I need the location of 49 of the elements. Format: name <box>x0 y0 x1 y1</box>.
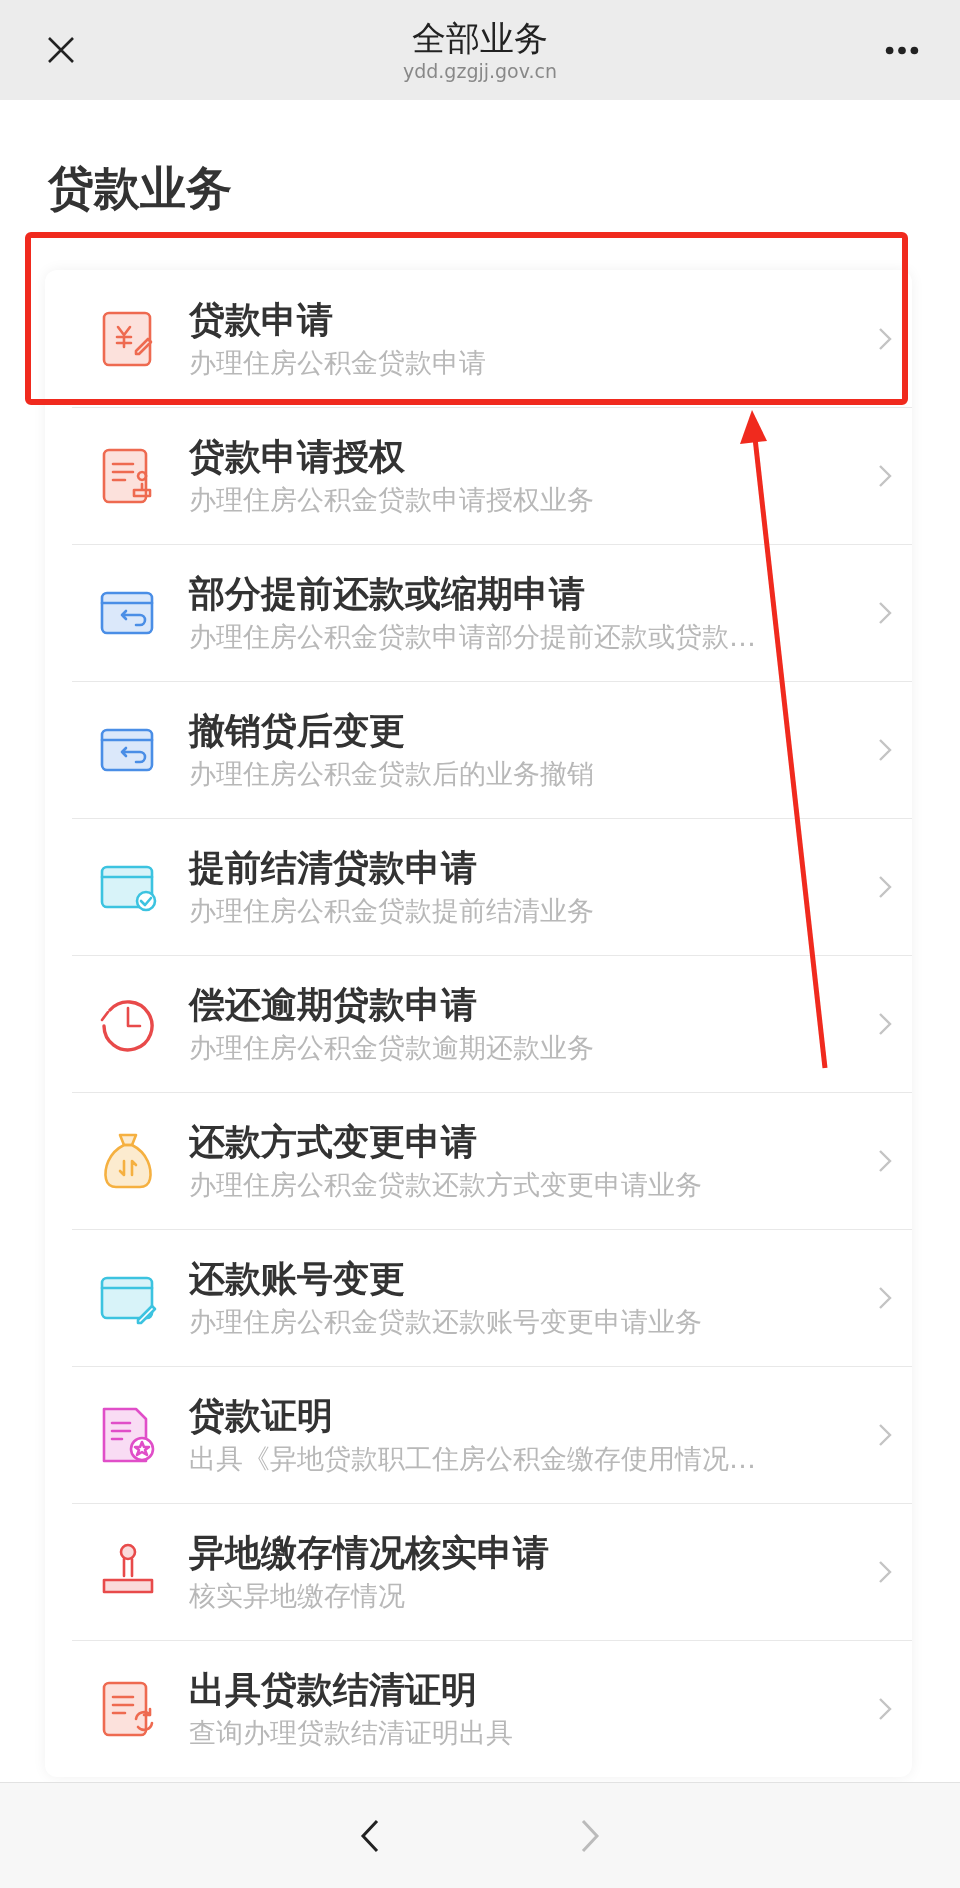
service-item[interactable]: 贷款申请 办理住房公积金贷款申请 <box>72 270 912 407</box>
item-description: 办理住房公积金贷款逾期还款业务 <box>189 1031 595 1065</box>
chevron-icon <box>878 1697 892 1721</box>
back-icon[interactable] <box>360 1817 380 1854</box>
chevron-icon <box>878 1286 892 1310</box>
service-item[interactable]: 还款账号变更 办理住房公积金贷款还款账号变更申请业务 <box>72 1229 912 1366</box>
item-description: 核实异地缴存情况 <box>189 1579 406 1613</box>
service-item[interactable]: 还款方式变更申请 办理住房公积金贷款还款方式变更申请业务 <box>72 1092 912 1229</box>
more-icon[interactable] <box>884 45 920 55</box>
item-description: 办理住房公积金贷款申请 <box>189 345 487 380</box>
service-item[interactable]: 偿还逾期贷款申请 办理住房公积金贷款逾期还款业务 <box>72 955 912 1092</box>
item-title: 贷款证明 <box>189 1394 334 1438</box>
item-description: 办理住房公积金贷款申请部分提前还款或贷款… <box>189 620 757 654</box>
chevron-icon <box>878 464 892 488</box>
item-title: 还款账号变更 <box>189 1257 406 1301</box>
item-description: 办理住房公积金贷款还款账号变更申请业务 <box>189 1305 703 1339</box>
service-item[interactable]: 撤销贷后变更 办理住房公积金贷款后的业务撤销 <box>72 681 912 818</box>
item-title: 偿还逾期贷款申请 <box>189 983 478 1027</box>
service-item[interactable]: 出具贷款结清证明 查询办理贷款结清证明出具 <box>72 1640 912 1777</box>
item-title: 贷款申请授权 <box>189 435 406 479</box>
item-title: 异地缴存情况核实申请 <box>189 1531 550 1575</box>
chevron-icon <box>878 875 892 899</box>
service-item[interactable]: 贷款证明 出具《异地贷款职工住房公积金缴存使用情况… <box>72 1366 912 1503</box>
item-title: 还款方式变更申请 <box>189 1120 478 1164</box>
page-url: ydd.gzgjj.gov.cn <box>402 59 558 83</box>
chevron-icon <box>878 1560 892 1584</box>
item-description: 办理住房公积金贷款申请授权业务 <box>189 483 595 517</box>
close-icon[interactable] <box>46 35 76 65</box>
item-title: 部分提前还款或缩期申请 <box>189 572 586 616</box>
item-title: 提前结清贷款申请 <box>189 846 478 890</box>
section-title: 贷款业务 <box>48 160 233 217</box>
chevron-icon <box>878 1423 892 1447</box>
chevron-icon <box>878 1012 892 1036</box>
chevron-icon <box>878 326 892 351</box>
service-item[interactable]: 部分提前还款或缩期申请 办理住房公积金贷款申请部分提前还款或贷款… <box>72 544 912 681</box>
item-title: 撤销贷后变更 <box>189 709 406 753</box>
service-item[interactable]: 异地缴存情况核实申请 核实异地缴存情况 <box>72 1503 912 1640</box>
chevron-icon <box>878 601 892 625</box>
chevron-icon <box>878 1149 892 1173</box>
item-description: 办理住房公积金贷款还款方式变更申请业务 <box>189 1168 703 1202</box>
chevron-icon <box>878 738 892 762</box>
item-description: 办理住房公积金贷款提前结清业务 <box>189 894 595 928</box>
service-item[interactable]: 提前结清贷款申请 办理住房公积金贷款提前结清业务 <box>72 818 912 955</box>
item-title: 贷款申请 <box>189 297 334 342</box>
item-title: 出具贷款结清证明 <box>189 1668 478 1712</box>
item-description: 出具《异地贷款职工住房公积金缴存使用情况… <box>189 1442 757 1476</box>
item-description: 办理住房公积金贷款后的业务撤销 <box>189 757 595 791</box>
page-title: 全部业务 <box>412 17 548 59</box>
item-description: 查询办理贷款结清证明出具 <box>189 1716 514 1750</box>
